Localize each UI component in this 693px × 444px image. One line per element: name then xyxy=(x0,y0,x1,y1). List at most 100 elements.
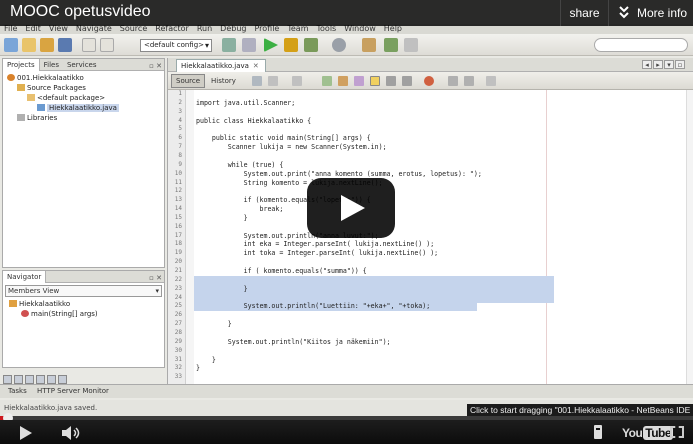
tool-icon[interactable] xyxy=(404,38,418,52)
library-icon xyxy=(17,114,25,121)
tree-item-java-file[interactable]: Hiekkalaatikko.java xyxy=(3,103,164,113)
bookmark-icon[interactable] xyxy=(384,38,398,52)
filter-icon[interactable] xyxy=(3,375,12,384)
filter-icon[interactable] xyxy=(14,375,23,384)
tab-files[interactable]: Files xyxy=(40,59,63,71)
last-edit-icon[interactable] xyxy=(252,76,262,86)
window-icon[interactable] xyxy=(362,38,376,52)
scroll-left-icon[interactable]: ◂ xyxy=(642,60,652,69)
find-previous-icon[interactable] xyxy=(322,76,332,86)
open-project-icon[interactable] xyxy=(40,38,54,52)
filter-icon[interactable] xyxy=(58,375,67,384)
tree-item-source-packages[interactable]: Source Packages xyxy=(3,83,164,93)
scroll-right-icon[interactable]: ▸ xyxy=(653,60,663,69)
code-editor: Hiekkalaatikko.java ✕ ◂ ▸ ▾ ▫ Source History xyxy=(167,58,693,384)
back-icon[interactable] xyxy=(268,76,278,86)
find-next-icon[interactable] xyxy=(338,76,348,86)
forward-icon[interactable] xyxy=(292,76,302,86)
share-button[interactable]: share xyxy=(560,0,608,26)
shift-right-icon[interactable] xyxy=(464,76,474,86)
navigator-panel: Navigator ▫ ✕ Members View Hiekkalaatikko… xyxy=(2,270,165,368)
filter-icon[interactable] xyxy=(36,375,45,384)
more-info-button[interactable]: More info xyxy=(608,0,693,26)
line-number: 8 xyxy=(178,151,182,159)
minimize-panel-icon[interactable]: ▫ ✕ xyxy=(149,272,162,284)
minimize-panel-icon[interactable]: ▫ ✕ xyxy=(149,60,162,72)
selection-highlight xyxy=(194,275,554,285)
line-number: 23 xyxy=(174,284,182,292)
tree-item-project[interactable]: 001.Hiekkalaatikko xyxy=(3,73,164,83)
volume-icon[interactable] xyxy=(62,426,82,440)
nav-item-class[interactable]: Hiekkalaatikko xyxy=(3,299,164,309)
new-project-icon[interactable] xyxy=(4,38,18,52)
ide-toolbar: <default config> xyxy=(0,34,693,56)
toggle-rect-select-icon[interactable] xyxy=(370,76,380,86)
tab-services[interactable]: Services xyxy=(63,59,101,71)
line-number: 4 xyxy=(178,116,182,124)
source-button[interactable]: Source xyxy=(171,74,206,88)
package-icon xyxy=(27,94,35,101)
maximize-icon[interactable]: ▫ xyxy=(675,60,685,69)
members-view-select[interactable]: Members View xyxy=(5,285,162,297)
config-select[interactable]: <default config> xyxy=(140,39,212,52)
nav-item-label: main(String[] args) xyxy=(31,310,98,318)
tree-item-label: <default package> xyxy=(37,94,106,102)
tab-navigator[interactable]: Navigator xyxy=(3,271,47,283)
big-play-button[interactable] xyxy=(307,178,395,238)
build-icon[interactable] xyxy=(222,38,236,52)
gc-icon[interactable] xyxy=(332,38,346,52)
selection-highlight xyxy=(194,293,554,303)
filter-icon[interactable] xyxy=(25,375,34,384)
code-line: System.out.println("Kiitos ja näkemiin")… xyxy=(196,337,391,346)
debug-icon[interactable] xyxy=(284,38,298,52)
clean-build-icon[interactable] xyxy=(242,38,256,52)
line-number: 25 xyxy=(174,302,182,310)
fullscreen-icon[interactable] xyxy=(670,426,684,438)
play-button[interactable] xyxy=(20,426,32,440)
profile-icon[interactable] xyxy=(304,38,318,52)
next-bookmark-icon[interactable] xyxy=(402,76,412,86)
line-number: 15 xyxy=(174,213,182,221)
code-area[interactable]: 1 2 3 4 5 6 7 8 9 10 11 12 13 14 15 16 17 18 19 20 21 22 23 24 2… xyxy=(168,90,693,384)
line-number: 16 xyxy=(174,222,182,230)
close-tab-icon[interactable]: ✕ xyxy=(253,62,259,70)
tab-projects[interactable]: Projects xyxy=(3,59,40,71)
redo-icon[interactable] xyxy=(100,38,114,52)
toggle-highlight-icon[interactable] xyxy=(354,76,364,86)
run-icon[interactable] xyxy=(264,38,278,52)
settings-icon[interactable] xyxy=(592,425,604,439)
editor-file-tab[interactable]: Hiekkalaatikko.java ✕ xyxy=(176,59,266,72)
shift-left-icon[interactable] xyxy=(448,76,458,86)
file-tab-label: Hiekkalaatikko.java xyxy=(181,62,249,70)
code-line: System.out.print("anna komento (summa, e… xyxy=(196,169,482,178)
undo-icon[interactable] xyxy=(82,38,96,52)
search-input[interactable] xyxy=(594,38,688,52)
comment-icon[interactable] xyxy=(486,76,496,86)
tab-http-server-monitor[interactable]: HTTP Server Monitor xyxy=(37,387,109,395)
save-all-icon[interactable] xyxy=(58,38,72,52)
code-line: while (true) { xyxy=(196,160,284,169)
tab-list-icon[interactable]: ▾ xyxy=(664,60,674,69)
line-number: 11 xyxy=(174,178,182,186)
new-file-icon[interactable] xyxy=(22,38,36,52)
navigator-filter-toolbar xyxy=(2,370,165,384)
line-number: 17 xyxy=(174,231,182,239)
youtube-logo[interactable]: You Tube xyxy=(622,426,674,440)
code-line: } xyxy=(196,355,216,364)
tree-item-default-package[interactable]: <default package> xyxy=(3,93,164,103)
tree-item-label: Hiekkalaatikko.java xyxy=(47,104,119,112)
filter-icon[interactable] xyxy=(47,375,56,384)
line-number: 31 xyxy=(174,355,182,363)
line-number: 18 xyxy=(174,240,182,248)
tree-item-libraries[interactable]: Libraries xyxy=(3,113,164,123)
previous-bookmark-icon[interactable] xyxy=(386,76,396,86)
history-button[interactable]: History xyxy=(206,74,241,88)
stop-macro-icon[interactable] xyxy=(424,76,434,86)
code-line: Scanner lukija = new Scanner(System.in); xyxy=(196,143,387,152)
code-line: public static void main(String[] args) { xyxy=(196,134,371,143)
video-title[interactable]: MOOC opetusvideo xyxy=(10,3,151,21)
tree-item-label: Libraries xyxy=(27,114,58,122)
line-number: 10 xyxy=(174,169,182,177)
tab-tasks[interactable]: Tasks xyxy=(8,387,27,395)
nav-item-method[interactable]: main(String[] args) xyxy=(3,309,164,319)
